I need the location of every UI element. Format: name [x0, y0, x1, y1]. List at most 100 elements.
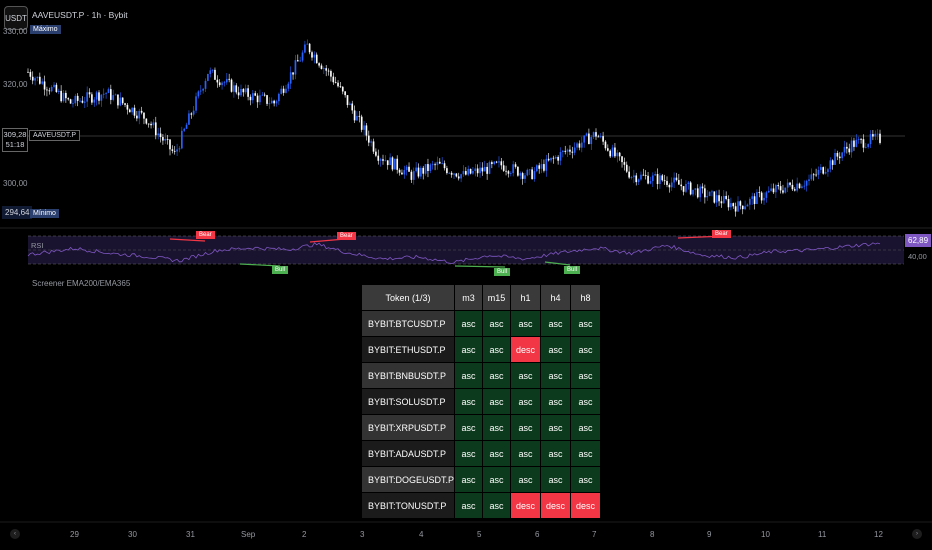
candle-body: [308, 43, 311, 53]
candle-body: [41, 81, 44, 84]
candle-body: [301, 52, 304, 61]
candle-body: [311, 52, 313, 58]
candle-body: [704, 188, 706, 198]
token-cell: BYBIT:XRPUSDT.P: [360, 414, 456, 441]
candle-body: [287, 83, 290, 89]
candle-body: [429, 164, 432, 172]
trend-cell-m15: asc: [482, 388, 512, 415]
candle-body: [827, 169, 829, 172]
candle-body: [812, 174, 815, 176]
candle-body: [517, 166, 519, 176]
candle-body: [230, 79, 233, 92]
candle-body: [415, 167, 417, 172]
candle-body: [860, 138, 862, 140]
candle-body: [640, 174, 642, 180]
candle-body: [838, 156, 841, 159]
min-badge: Mínimo: [30, 209, 59, 218]
candle-body: [498, 161, 500, 163]
trend-cell-h1: asc: [510, 440, 542, 467]
trend-cell-h8: asc: [570, 362, 602, 389]
candle-body: [822, 167, 825, 174]
trend-cell-h8: asc: [570, 466, 602, 493]
candle-body: [588, 133, 590, 145]
candle-body: [438, 161, 441, 164]
candle-body: [820, 167, 822, 170]
candle-body: [408, 166, 410, 172]
candle-body: [93, 99, 96, 103]
candle-body: [576, 143, 578, 148]
candle-body: [341, 86, 344, 92]
time-label: 7: [592, 530, 597, 539]
trend-cell-h4: asc: [540, 414, 572, 441]
candle-body: [713, 191, 716, 203]
candle-body: [479, 167, 481, 174]
trend-cell-m3: asc: [454, 414, 484, 441]
candle-body: [27, 71, 29, 73]
candle-body: [791, 184, 794, 190]
candle-body: [453, 173, 455, 175]
candle-body: [789, 182, 791, 185]
candle-body: [872, 134, 874, 137]
candle-body: [278, 93, 280, 102]
candle-body: [181, 130, 183, 149]
candle-body: [50, 86, 53, 92]
trend-cell-h4: asc: [540, 362, 572, 389]
candle-body: [112, 95, 115, 100]
bull-signal: Bull: [564, 266, 581, 274]
candle-body: [848, 148, 851, 153]
scroll-right-icon[interactable]: ›: [912, 529, 922, 539]
candle-body: [538, 165, 541, 169]
candle-body: [491, 162, 493, 164]
candle-body: [31, 76, 34, 81]
candle-body: [431, 164, 434, 166]
candle-body: [403, 170, 406, 175]
candle-body: [604, 141, 607, 149]
candle-body: [136, 115, 138, 119]
candle-body: [746, 204, 749, 207]
candle-body: [767, 190, 770, 193]
candle-body: [824, 171, 827, 174]
candle-body: [389, 157, 391, 166]
candle-body: [252, 93, 254, 101]
rsi-name[interactable]: RSI: [31, 241, 44, 250]
candle-body: [720, 201, 723, 204]
candle-body: [237, 92, 240, 96]
screener-title[interactable]: Screener EMA200/EMA365: [32, 279, 130, 288]
candle-body: [382, 159, 384, 161]
candle-body: [857, 138, 860, 140]
trend-cell-h8: asc: [570, 440, 602, 467]
candle-body: [363, 125, 365, 130]
candle-body: [770, 188, 772, 191]
time-label: 2: [302, 530, 307, 539]
candle-body: [779, 186, 782, 191]
candle-body: [583, 135, 585, 143]
candle-body: [547, 158, 550, 161]
symbol-tag: AAVEUSDT.P: [29, 130, 81, 141]
candle-body: [557, 156, 559, 161]
candle-body: [365, 125, 368, 136]
scroll-left-icon[interactable]: ‹: [10, 529, 20, 539]
candle-body: [275, 101, 278, 104]
candle-body: [614, 147, 616, 157]
candle-body: [737, 201, 739, 212]
trend-cell-h4: desc: [540, 492, 572, 519]
candle-body: [370, 141, 372, 143]
candle-body: [72, 103, 74, 105]
candle-body: [509, 173, 512, 174]
candle-body: [732, 203, 735, 207]
candle-body: [157, 133, 159, 136]
candle-body: [62, 92, 65, 102]
trend-cell-h1: asc: [510, 310, 542, 337]
rsi-level: 40,00: [908, 252, 927, 261]
candle-body: [592, 132, 595, 138]
max-badge: Máximo: [30, 25, 61, 34]
candle-body: [55, 84, 58, 92]
candle-body: [595, 132, 597, 137]
candle-body: [815, 174, 817, 176]
candle-body: [131, 107, 133, 113]
symbol-title[interactable]: AAVEUSDT.P · 1h · Bybit: [32, 10, 128, 20]
candle-body: [685, 184, 687, 192]
candle-body: [401, 172, 403, 175]
candle-body: [621, 156, 623, 163]
candle-body: [521, 173, 524, 179]
